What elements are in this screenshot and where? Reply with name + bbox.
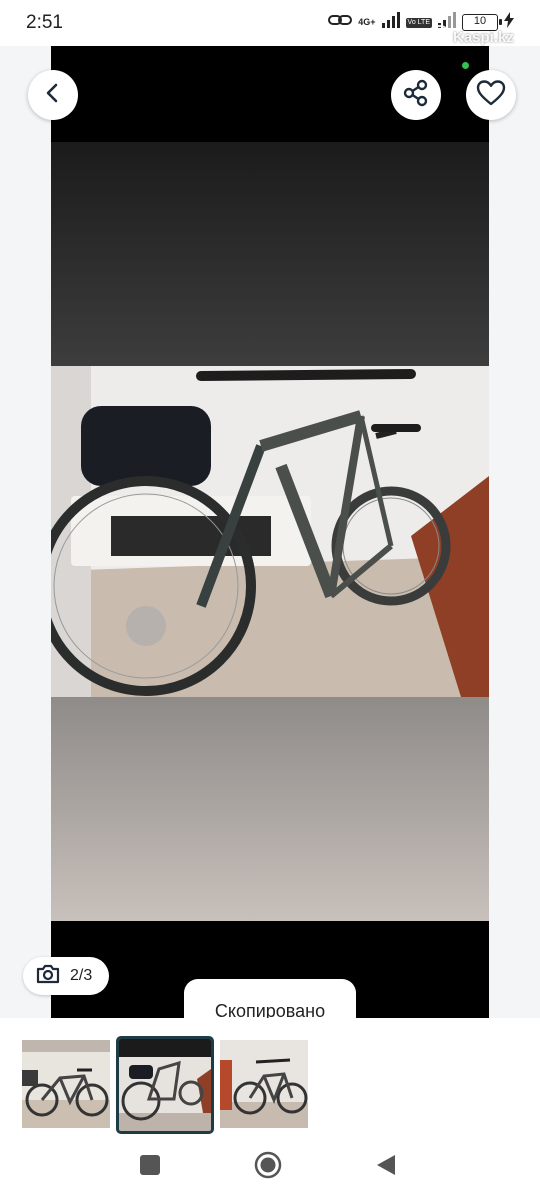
back-icon: [42, 82, 64, 109]
thumbnail-strip: [0, 1018, 540, 1138]
link-icon: [328, 12, 353, 33]
status-time: 2:51: [26, 12, 63, 33]
back-button[interactable]: [28, 70, 78, 120]
share-button[interactable]: [391, 70, 441, 120]
share-icon: [402, 79, 430, 112]
system-nav-bar: [0, 1138, 540, 1200]
volte-badge: Vo LTE: [405, 17, 432, 28]
kaspi-watermark: Kaspi.kz: [430, 25, 514, 49]
thumbnail-2-selected[interactable]: [116, 1036, 214, 1134]
recent-apps-button[interactable]: [135, 1152, 165, 1182]
back-nav-button[interactable]: [371, 1152, 401, 1182]
kaspi-logo-icon: [430, 25, 450, 49]
bicycle-photo[interactable]: [51, 366, 489, 697]
square-icon: [139, 1154, 161, 1181]
signal-icon: [381, 12, 400, 33]
circle-icon: [254, 1151, 282, 1184]
thumbnail-1[interactable]: [22, 1040, 110, 1128]
camera-icon: [36, 964, 60, 989]
favorite-button[interactable]: [466, 70, 516, 120]
top-padding: [51, 142, 489, 366]
photo-counter: 2/3: [23, 957, 109, 995]
heart-icon: [476, 79, 506, 112]
screen: 2:51 4G+ Vo LTE 10 Kaspi.kz 2/3 Скопиров…: [0, 0, 540, 1200]
bottom-padding: [51, 697, 489, 921]
thumbnail-3[interactable]: [220, 1040, 308, 1128]
online-indicator: [462, 62, 469, 69]
home-button[interactable]: [253, 1151, 283, 1184]
network-label: 4G+: [358, 17, 376, 27]
triangle-icon: [375, 1153, 397, 1182]
kaspi-watermark-text: Kaspi.kz: [453, 28, 514, 46]
photo-gallery[interactable]: [51, 46, 489, 1018]
photo-counter-text: 2/3: [70, 967, 93, 984]
